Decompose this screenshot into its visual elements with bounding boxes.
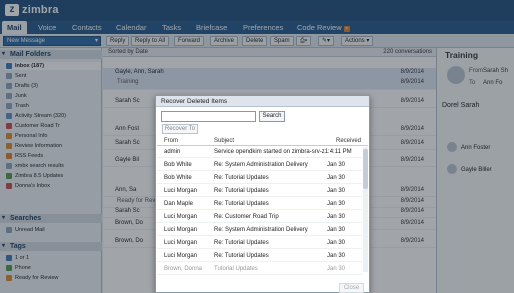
table-row[interactable]: admin Service opendkim started on zimbra-… [157, 146, 362, 158]
cell-subject: Re: Tutorial Updates [214, 201, 269, 207]
cell-received: Jan 30 [327, 266, 346, 272]
column-received[interactable]: Received [336, 136, 361, 146]
cell-from: Bob White [164, 175, 192, 181]
cell-subject: Re: Tutorial Updates [214, 253, 269, 259]
cell-received: Jan 30 [327, 188, 346, 194]
cell-received: Jan 30 [327, 240, 346, 246]
cell-from: Brown, Donna [164, 266, 203, 272]
cell-subject: Re: System Administration Delivery [214, 227, 308, 233]
cell-from: Luci Morgan [164, 240, 198, 246]
cell-received: Jan 30 [327, 214, 346, 220]
dialog-scrollbar[interactable] [363, 147, 368, 272]
table-row[interactable]: Luci Morgan Re: System Administration Del… [157, 224, 362, 236]
table-row[interactable]: Bob White Re: Tutorial Updates Jan 30 [157, 172, 362, 184]
cell-received: Jan 30 [327, 175, 346, 181]
cell-received: Jan 30 [327, 201, 346, 207]
cell-from: Dan Maple [164, 201, 194, 207]
cell-from: admin [164, 149, 181, 155]
table-row[interactable]: Brown, Donna Tutorial Updates Jan 30 [157, 263, 362, 275]
cell-from: Luci Morgan [164, 253, 198, 259]
table-row[interactable]: Bob White Re: System Administration Deliv… [157, 159, 362, 171]
cell-subject: Re: Tutorial Updates [214, 175, 269, 181]
cell-from: Bob White [164, 162, 192, 168]
search-button[interactable]: Search [259, 111, 285, 122]
cell-subject: Re: Tutorial Updates [214, 240, 269, 246]
table-row[interactable]: Luci Morgan Re: Tutorial Updates Jan 30 [157, 185, 362, 197]
scrollbar-thumb[interactable] [363, 149, 368, 189]
table-row[interactable]: Dan Maple Re: Tutorial Updates Jan 30 [157, 198, 362, 210]
recover-to-button[interactable]: Recover To [162, 124, 198, 134]
cell-subject: Re: Customer Road Trip [214, 214, 279, 220]
cell-from: Luci Morgan [164, 227, 198, 233]
cell-subject: Re: Tutorial Updates [214, 188, 269, 194]
recover-deleted-items-dialog: Recover Deleted Items Search Recover To … [155, 95, 370, 293]
close-button[interactable]: Close [339, 283, 364, 293]
search-input[interactable] [161, 111, 256, 122]
table-header: From Subject Received [157, 136, 368, 146]
cell-received: Jan 30 [327, 162, 346, 168]
table-row[interactable]: Luci Morgan Re: Tutorial Updates Jan 30 [157, 237, 362, 249]
cell-from: Luci Morgan [164, 188, 198, 194]
table-row[interactable]: Luci Morgan Re: Customer Road Trip Jan 30 [157, 211, 362, 223]
table-row[interactable]: Luci Morgan Re: Tutorial Updates Jan 30 [157, 250, 362, 262]
cell-subject: Service opendkim started on zimbra-srv-z… [214, 149, 352, 155]
cell-subject: Tutorial Updates [214, 266, 258, 272]
dialog-title: Recover Deleted Items [156, 96, 369, 107]
cell-received: Jan 30 [327, 253, 346, 259]
column-from[interactable]: From [164, 136, 178, 146]
cell-from: Luci Morgan [164, 214, 198, 220]
column-subject[interactable]: Subject [214, 136, 234, 146]
cell-received: Jan 30 [327, 227, 346, 233]
cell-subject: Re: System Administration Delivery [214, 162, 308, 168]
